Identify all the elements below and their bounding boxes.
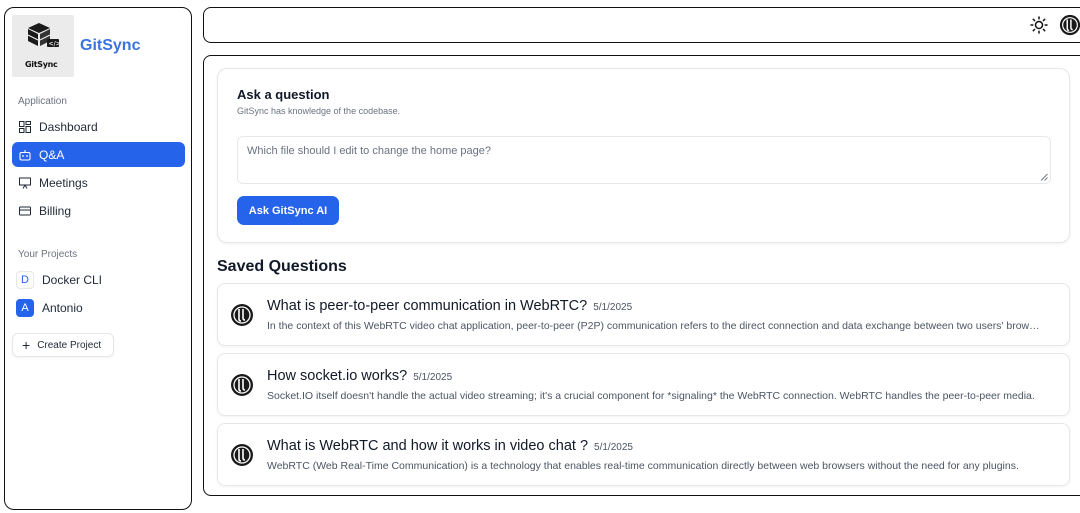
project-initial-badge: D: [16, 271, 34, 289]
sidebar-item-dashboard[interactable]: Dashboard: [12, 114, 185, 139]
question-title-row: What is peer-to-peer communication in We…: [267, 298, 632, 314]
saved-question-card[interactable]: What is WebRTC and how it works in video…: [217, 423, 1070, 486]
app-logo[interactable]: </> GitSync: [12, 15, 74, 77]
question-date: 5/1/2025: [593, 302, 633, 313]
question-input[interactable]: [237, 136, 1051, 184]
projects-group-label: Your Projects: [18, 249, 78, 260]
sidebar-item-label: Q&A: [39, 147, 65, 162]
presentation-icon: [19, 177, 31, 189]
user-avatar: [231, 444, 253, 466]
question-title: What is WebRTC and how it works in video…: [267, 438, 589, 454]
answer-preview: Socket.IO itself doesn't handle the actu…: [267, 390, 1035, 402]
answer-preview: WebRTC (Web Real-Time Communication) is …: [267, 460, 1019, 472]
sidebar-item-meetings[interactable]: Meetings: [12, 170, 185, 195]
create-project-label: Create Project: [37, 339, 102, 351]
logo-text: GitSync: [25, 60, 58, 69]
ask-ai-button[interactable]: Ask GitSync AI: [237, 196, 339, 225]
create-project-button[interactable]: + Create Project: [12, 333, 114, 357]
question-title-row: How socket.io works? 5/1/2025: [267, 368, 452, 384]
sidebar-item-label: Dashboard: [39, 119, 98, 134]
bot-icon: [19, 149, 31, 161]
main-panel: Ask a question GitSync has knowledge of …: [203, 55, 1080, 496]
project-initial-badge: A: [16, 299, 34, 317]
project-name: Docker CLI: [42, 273, 103, 287]
project-item-docker-cli[interactable]: D Docker CLI: [16, 270, 102, 290]
cube-logo-icon: </>: [27, 23, 61, 48]
plus-icon: +: [22, 337, 31, 353]
ask-card-title: Ask a question: [237, 87, 330, 102]
brand-name: GitSync: [80, 37, 141, 54]
sidebar-item-qa[interactable]: Q&A: [12, 142, 185, 167]
svg-text:</>: </>: [49, 41, 61, 48]
sidebar-item-label: Billing: [39, 203, 72, 218]
sidebar-item-label: Meetings: [39, 175, 88, 190]
user-avatar[interactable]: [1059, 14, 1080, 36]
ask-card-subtitle: GitSync has knowledge of the codebase.: [237, 106, 401, 116]
sidebar-item-billing[interactable]: Billing: [12, 198, 185, 223]
saved-question-card[interactable]: How socket.io works? 5/1/2025 Socket.IO i…: [217, 353, 1070, 416]
saved-question-card[interactable]: What is peer-to-peer communication in We…: [217, 283, 1070, 346]
resize-handle-icon[interactable]: [1040, 173, 1048, 181]
saved-questions-heading: Saved Questions: [217, 258, 347, 275]
question-title: What is peer-to-peer communication in We…: [267, 298, 588, 314]
sun-icon[interactable]: [1030, 16, 1048, 34]
top-bar: [203, 7, 1080, 43]
question-date: 5/1/2025: [413, 372, 453, 383]
ask-question-card: Ask a question GitSync has knowledge of …: [217, 68, 1070, 243]
dashboard-icon: [19, 120, 31, 133]
user-avatar: [231, 304, 253, 326]
sidebar: </> GitSync GitSync Application Dashboar…: [4, 7, 192, 510]
question-date: 5/1/2025: [594, 442, 633, 453]
answer-preview: In the context of this WebRTC video chat…: [267, 320, 1043, 332]
question-title: How socket.io works?: [267, 368, 408, 384]
application-group-label: Application: [18, 96, 67, 107]
question-title-row: What is WebRTC and how it works in video…: [267, 438, 633, 454]
project-name: Antonio: [42, 301, 83, 315]
credit-card-icon: [19, 206, 31, 215]
project-item-antonio[interactable]: A Antonio: [16, 298, 83, 318]
user-avatar: [231, 374, 253, 396]
